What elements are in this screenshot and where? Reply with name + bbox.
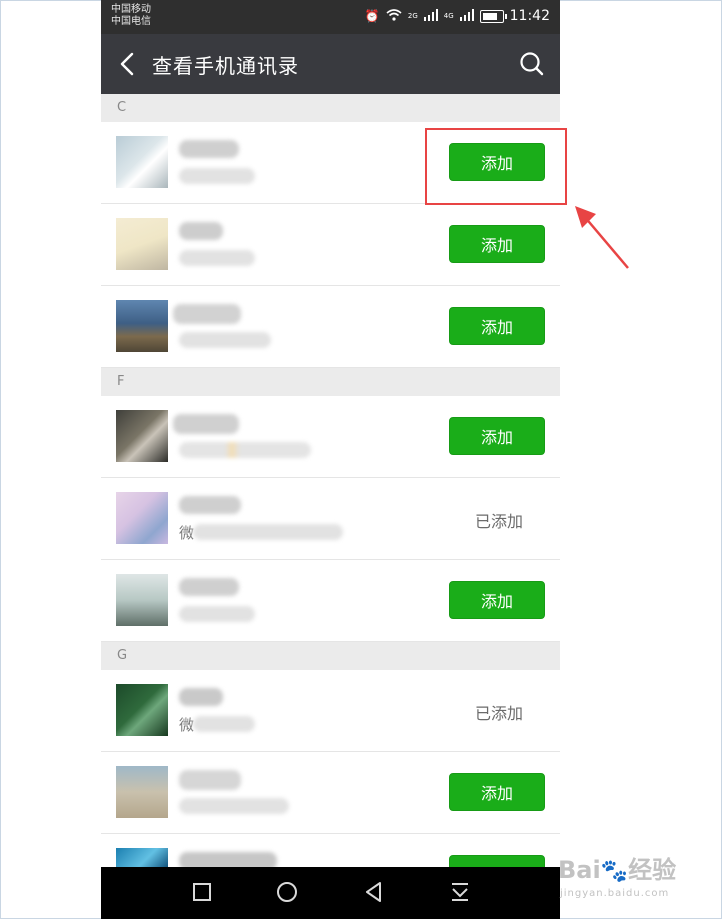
contact-subtitle-prefix: 微 [179,716,195,734]
avatar [116,766,168,818]
contact-name-blurred [179,140,239,158]
section-header-g: G [101,642,560,670]
contact-subtitle-blurred [179,250,255,266]
contact-subtitle-blurred [179,606,255,622]
contact-list: C 添加 添加 添加 F 添加 微 已添加 添加 G 微 已添加 添加 [101,94,560,915]
added-label: 已添加 [474,512,523,531]
avatar [116,574,168,626]
status-bar: 中国移动 中国电信 ⏰ 2G 4G 11:42 [101,0,560,34]
contact-subtitle-blurred [193,716,255,732]
page-title: 查看手机通讯录 [152,54,299,78]
add-button[interactable]: 添加 [449,773,545,811]
circle-icon[interactable] [274,879,300,905]
contact-subtitle-blurred [179,332,271,348]
signal-icon-2 [459,8,474,24]
contact-subtitle-blurred [179,798,289,814]
carrier-names: 中国移动 中国电信 [111,4,151,28]
square-icon[interactable] [189,879,215,905]
add-button[interactable]: 添加 [449,225,545,263]
avatar [116,492,168,544]
carrier-2: 中国电信 [111,16,151,27]
contact-row: 添加 [101,560,560,642]
contact-name-blurred [179,688,223,706]
contact-subtitle-blurred [179,168,255,184]
highlight-box [425,128,567,205]
carrier-1: 中国移动 [111,4,151,15]
section-header-f: F [101,368,560,396]
add-button[interactable]: 添加 [449,581,545,619]
contact-row: 微 已添加 [101,478,560,560]
contact-name-blurred [179,578,239,596]
watermark-url: jingyan.baidu.com [560,888,670,899]
contact-row: 添加 [101,396,560,478]
contact-subtitle-blurred [179,442,311,458]
contact-name-blurred [179,496,241,514]
avatar [116,300,168,352]
watermark-brand: Bai [558,856,601,884]
avatar [116,410,168,462]
contact-subtitle-blurred [193,524,343,540]
avatar [116,218,168,270]
back-chevron-icon[interactable] [113,48,145,80]
status-icons: ⏰ 2G 4G 11:42 [365,8,550,24]
contact-row: 微 已添加 [101,670,560,752]
signal-icon [423,8,438,24]
avatar [116,684,168,736]
search-icon[interactable] [516,48,548,80]
contact-name-blurred [179,770,241,790]
contact-row: 添加 [101,204,560,286]
contact-name-blurred [173,304,241,324]
paw-icon: 🐾 [600,859,629,884]
network-2g-label: 2G [407,12,418,20]
title-bar: 查看手机通讯录 [101,34,560,94]
network-4g-label: 4G [443,12,454,20]
triangle-back-icon[interactable] [361,879,387,905]
wifi-icon [386,8,402,24]
annotation-arrow [575,206,629,269]
contact-name-blurred [179,222,223,240]
watermark-brand-cn: 经验 [628,856,677,884]
alarm-icon: ⏰ [364,9,380,23]
add-button[interactable]: 添加 [449,417,545,455]
avatar [116,136,168,188]
contact-name-blurred [173,414,239,434]
contact-subtitle-prefix: 微 [179,524,195,542]
battery-icon [479,9,507,23]
watermark-logo: Bai🐾经验 [558,850,676,885]
contact-row: 添加 [101,286,560,368]
added-label: 已添加 [474,704,523,723]
section-header-c: C [101,94,560,122]
system-navigation-bar [101,867,560,919]
status-time: 11:42 [509,8,550,24]
add-button[interactable]: 添加 [449,307,545,345]
pull-down-icon[interactable] [447,879,473,905]
contact-row: 添加 [101,752,560,834]
